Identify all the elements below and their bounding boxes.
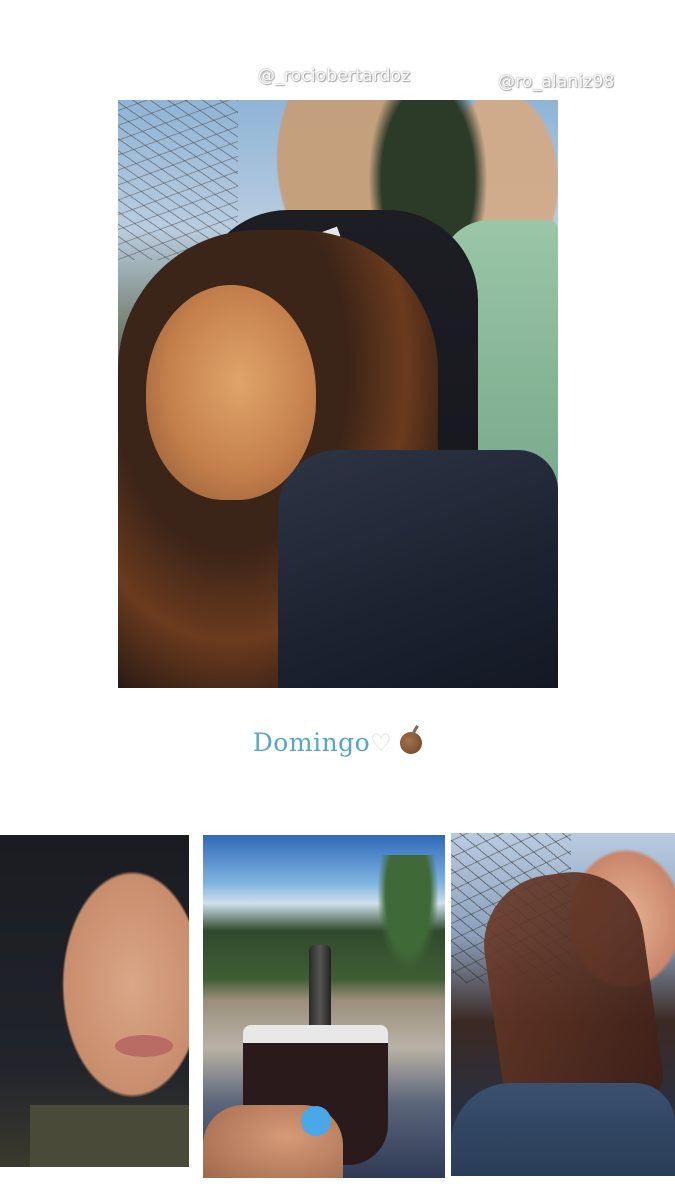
lips: [115, 1035, 173, 1057]
mention-tag-1[interactable]: @_rociobertardoz: [258, 66, 410, 86]
shirt: [30, 1105, 189, 1167]
mate-cup-icon: [400, 732, 423, 754]
white-heart-icon: ♡: [370, 729, 393, 757]
mention-tag-2[interactable]: @ro_alaniz98: [498, 72, 615, 92]
denim-jacket: [451, 1083, 675, 1176]
story-caption: Domingo♡: [0, 728, 675, 757]
main-group-photo: [118, 100, 558, 688]
front-person-face: [146, 285, 316, 500]
denim-jacket: [278, 450, 558, 688]
bottom-photo-windblown: [451, 833, 675, 1176]
palm-tree: [373, 855, 443, 985]
blue-nail: [301, 1106, 331, 1136]
bottom-photo-face: [0, 835, 189, 1167]
caption-text: Domingo: [252, 728, 371, 757]
bottom-photo-mate: [203, 835, 445, 1178]
